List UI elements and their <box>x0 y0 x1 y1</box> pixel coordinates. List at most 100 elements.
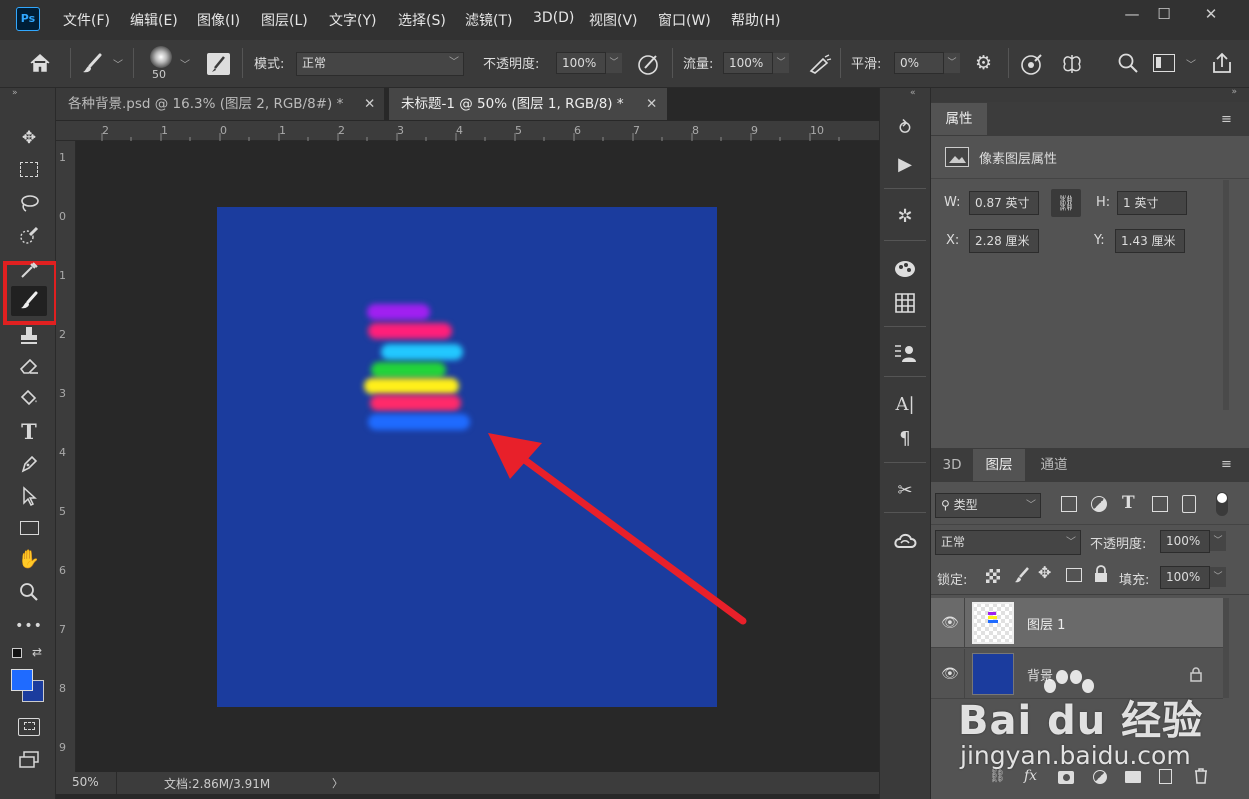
panel-menu-icon[interactable]: ≡ <box>1221 112 1232 127</box>
new-group-icon[interactable] <box>1125 771 1141 783</box>
height-input[interactable]: 1 英寸 <box>1117 191 1187 215</box>
menu-type[interactable]: 文字(Y) <box>329 10 376 30</box>
lock-pixels-icon[interactable] <box>1012 565 1032 585</box>
width-input[interactable]: 0.87 英寸 <box>969 191 1039 215</box>
collapse-arrows-icon[interactable]: » <box>12 88 18 98</box>
pressure-opacity-icon[interactable] <box>636 51 662 77</box>
tab-layers[interactable]: 图层 <box>973 449 1025 481</box>
collapse-arrows-icon[interactable]: » <box>1231 87 1237 97</box>
quick-mask-icon[interactable] <box>18 718 40 736</box>
filter-shape-icon[interactable] <box>1152 496 1168 512</box>
menu-view[interactable]: 视图(V) <box>589 10 638 30</box>
eraser-tool-icon[interactable] <box>14 352 44 380</box>
lock-transparent-icon[interactable] <box>986 569 1000 583</box>
search-icon[interactable] <box>1116 51 1140 75</box>
screen-mode-icon[interactable] <box>17 750 41 770</box>
stamp-tool-icon[interactable] <box>14 322 44 350</box>
y-input[interactable]: 1.43 厘米 <box>1115 229 1185 253</box>
tab-channels[interactable]: 通道 <box>1025 449 1083 481</box>
hand-tool-icon[interactable]: ✋ <box>14 546 44 574</box>
chevron-down-icon[interactable]: ﹀ <box>180 56 190 71</box>
default-colors-icon[interactable] <box>12 648 22 658</box>
tab-properties[interactable]: 属性 <box>931 103 987 135</box>
menu-file[interactable]: 文件(F) <box>63 10 110 30</box>
navigator-icon[interactable]: ✲ <box>888 202 922 232</box>
grid-icon[interactable] <box>888 288 922 318</box>
collapse-arrows-icon[interactable]: « <box>910 88 916 98</box>
foreground-color-swatch[interactable] <box>11 669 33 691</box>
tab-background-psd[interactable]: 各种背景.psd @ 16.3% (图层 2, RGB/8#) * ✕ <box>56 88 384 120</box>
flow-input[interactable]: 100% <box>723 52 773 74</box>
zoom-tool-icon[interactable] <box>14 578 44 606</box>
chevron-down-icon[interactable]: ﹀ <box>1186 56 1196 71</box>
link-layers-icon[interactable]: ⛓ <box>989 769 1006 784</box>
chevron-down-icon[interactable]: ﹀ <box>944 53 960 73</box>
eye-icon[interactable]: 👁 <box>941 666 959 682</box>
filter-smartobject-icon[interactable] <box>1182 495 1196 513</box>
opacity-input[interactable]: 100% <box>556 52 606 74</box>
more-tools-icon[interactable]: ••• <box>14 612 44 640</box>
mode-select[interactable]: 正常 ﹀ <box>296 52 464 76</box>
menu-edit[interactable]: 编辑(E) <box>130 10 178 30</box>
new-layer-icon[interactable] <box>1159 769 1172 784</box>
tab-3d[interactable]: 3D <box>931 449 973 481</box>
filter-adjustment-icon[interactable] <box>1091 496 1107 512</box>
workspace-icon[interactable] <box>1153 54 1175 72</box>
rectangle-tool-icon[interactable] <box>14 514 44 542</box>
paragraph-icon[interactable]: ¶ <box>888 424 922 454</box>
move-tool-icon[interactable]: ✥ <box>14 124 44 152</box>
properties-person-icon[interactable] <box>888 338 922 368</box>
filter-pixel-icon[interactable] <box>1061 496 1077 512</box>
chevron-down-icon[interactable]: ﹀ <box>773 53 789 73</box>
pen-tool-icon[interactable] <box>14 450 44 478</box>
brush-tool-icon[interactable] <box>14 287 44 315</box>
trash-icon[interactable] <box>1194 768 1208 784</box>
pressure-size-icon[interactable] <box>1019 51 1045 77</box>
chevron-down-icon[interactable]: ﹀ <box>1210 567 1226 587</box>
smoothing-input[interactable]: 0% <box>894 52 944 74</box>
path-select-tool-icon[interactable] <box>14 482 44 510</box>
close-button[interactable]: ✕ <box>1198 4 1224 24</box>
chevron-down-icon[interactable]: ﹀ <box>606 53 622 73</box>
menu-image[interactable]: 图像(I) <box>197 10 240 30</box>
menu-select[interactable]: 选择(S) <box>398 10 446 30</box>
tab-untitled-1[interactable]: 未标题-1 @ 50% (图层 1, RGB/8) * ✕ <box>389 88 667 120</box>
filter-type-icon[interactable]: T <box>1122 493 1135 513</box>
menu-filter[interactable]: 滤镜(T) <box>465 10 512 30</box>
link-icon[interactable]: ⛓ <box>1051 189 1081 217</box>
adjustment-layer-icon[interactable] <box>1093 770 1107 784</box>
scrollbar[interactable] <box>1223 180 1229 410</box>
swatches-icon[interactable] <box>888 254 922 284</box>
brush-tool-preset-icon[interactable] <box>80 52 106 76</box>
fill-input[interactable]: 100% <box>1160 566 1210 589</box>
chevron-down-icon[interactable]: ﹀ <box>1210 531 1226 551</box>
menu-help[interactable]: 帮助(H) <box>731 10 780 30</box>
scrollbar[interactable] <box>1223 598 1229 698</box>
menu-3d[interactable]: 3D(D) <box>533 10 574 26</box>
history-icon[interactable]: ⥁ <box>888 114 922 144</box>
character-icon[interactable]: A| <box>888 390 922 420</box>
layer-row-layer1[interactable]: 👁 图层 1 <box>931 598 1223 648</box>
menu-window[interactable]: 窗口(W) <box>658 10 711 30</box>
eye-icon[interactable]: 👁 <box>941 615 959 631</box>
airbrush-icon[interactable] <box>805 51 833 77</box>
lock-all-icon[interactable] <box>1094 564 1108 584</box>
swap-colors-icon[interactable]: ⇄ <box>32 645 42 659</box>
marquee-tool-icon[interactable] <box>14 156 44 184</box>
minimize-button[interactable]: — <box>1119 4 1145 24</box>
fx-icon[interactable]: fx <box>1024 768 1037 784</box>
actions-play-icon[interactable]: ▶ <box>888 150 922 180</box>
layer-filter-select[interactable]: ⚲ 类型 ﹀ <box>935 493 1041 518</box>
panel-menu-icon[interactable]: ≡ <box>1221 457 1232 472</box>
chevron-down-icon[interactable]: ﹀ <box>113 56 123 71</box>
status-menu-arrow[interactable]: 〉 <box>332 775 343 791</box>
x-input[interactable]: 2.28 厘米 <box>969 229 1039 253</box>
close-icon[interactable]: ✕ <box>646 88 657 120</box>
quick-select-tool-icon[interactable] <box>14 222 44 250</box>
filter-toggle[interactable] <box>1216 492 1228 516</box>
brush-preview-icon[interactable] <box>150 46 172 68</box>
eyedropper-tool-icon[interactable] <box>14 256 44 284</box>
home-icon[interactable] <box>28 52 52 74</box>
layer-opacity-input[interactable]: 100% <box>1160 530 1210 553</box>
symmetry-icon[interactable] <box>1059 51 1085 77</box>
